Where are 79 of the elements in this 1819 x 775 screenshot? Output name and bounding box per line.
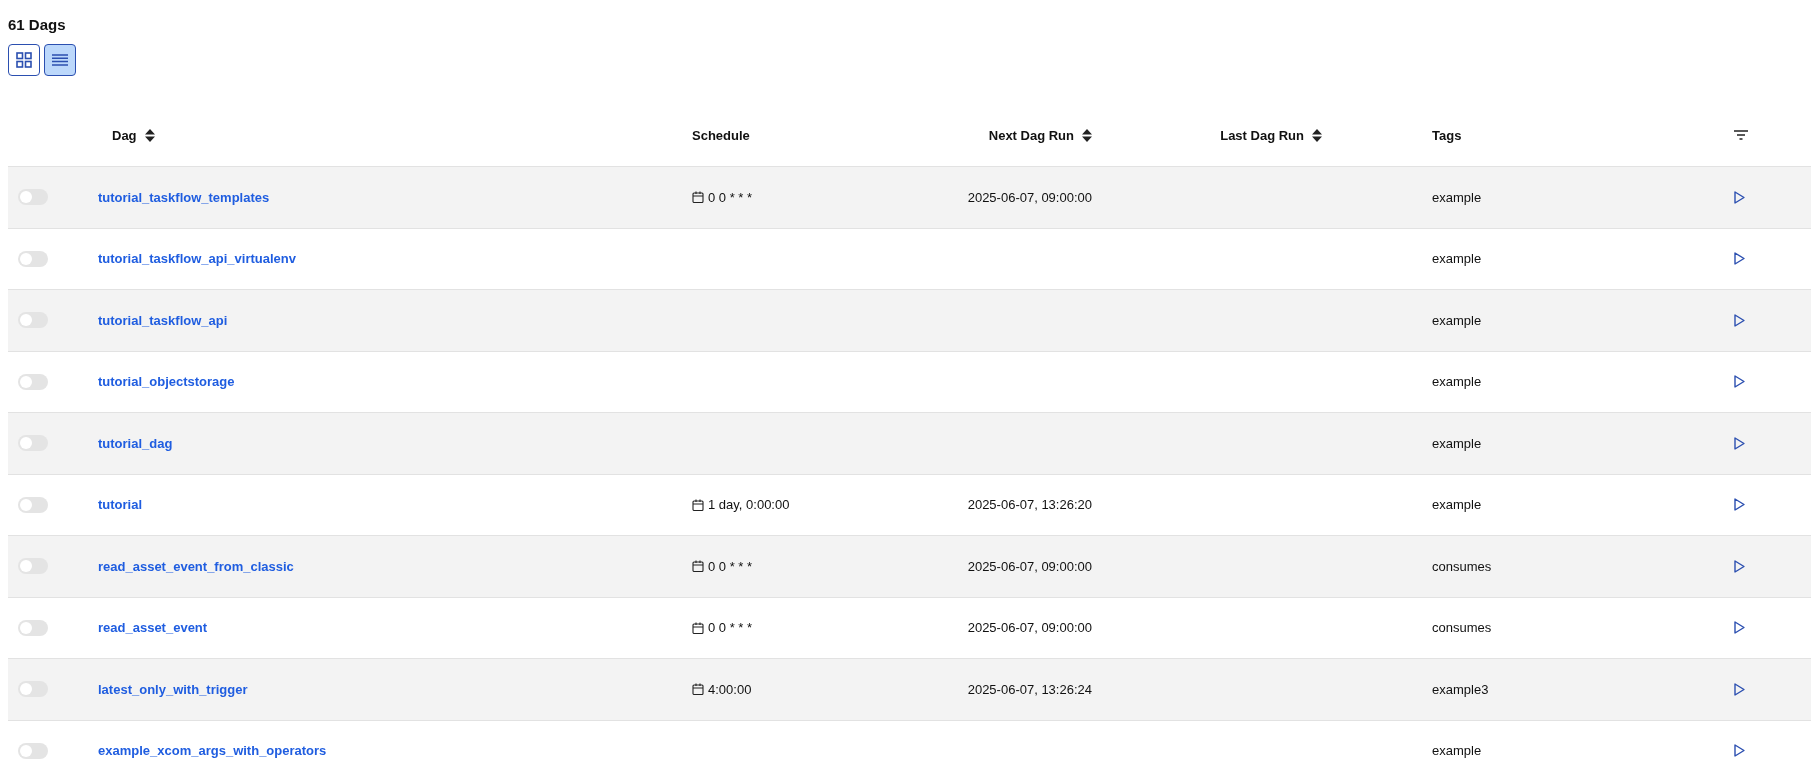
tag-text: example bbox=[1432, 251, 1482, 267]
list-view-button[interactable] bbox=[44, 44, 76, 76]
calendar-icon bbox=[692, 683, 704, 696]
trigger-button[interactable] bbox=[1734, 190, 1745, 204]
trigger-button[interactable] bbox=[1734, 313, 1745, 327]
dag-link[interactable]: tutorial bbox=[98, 497, 143, 513]
tag-text: example bbox=[1432, 497, 1482, 513]
column-header: Next Dag Run bbox=[988, 127, 1074, 143]
list-icon bbox=[52, 54, 68, 66]
play-icon bbox=[1734, 313, 1745, 327]
next-run-text: 2025-06-07, 13:26:24 bbox=[967, 681, 1092, 697]
column-header: Dag bbox=[112, 127, 137, 143]
card-view-button[interactable] bbox=[8, 44, 40, 76]
tag-text: consumes bbox=[1432, 620, 1492, 636]
dag-link[interactable]: tutorial_dag bbox=[98, 435, 173, 451]
schedule-text: 0 0 * * * bbox=[708, 558, 753, 574]
trigger-button[interactable] bbox=[1734, 744, 1745, 758]
calendar-icon bbox=[692, 498, 704, 511]
dag-link[interactable]: tutorial_taskflow_templates bbox=[98, 189, 270, 205]
calendar-icon bbox=[692, 191, 704, 204]
filter-icon[interactable] bbox=[1734, 130, 1748, 140]
play-icon bbox=[1734, 436, 1745, 450]
play-icon bbox=[1734, 682, 1745, 696]
sort-icon[interactable] bbox=[1312, 128, 1322, 142]
next-run-text: 2025-06-07, 09:00:00 bbox=[967, 558, 1092, 574]
play-icon bbox=[1734, 744, 1745, 758]
schedule-text: 4:00:00 bbox=[708, 681, 752, 697]
dag-link[interactable]: read_asset_event_from_classic bbox=[98, 558, 294, 574]
trigger-button[interactable] bbox=[1734, 682, 1745, 696]
tag-text: example bbox=[1432, 312, 1482, 328]
schedule-text: 1 day, 0:00:00 bbox=[708, 497, 790, 513]
play-icon bbox=[1734, 498, 1745, 512]
dag-toggle-switch[interactable] bbox=[18, 558, 48, 575]
dag-link[interactable]: tutorial_taskflow_api bbox=[98, 312, 228, 328]
dag-count-title: 61 Dags bbox=[8, 16, 67, 33]
next-run-text: 2025-06-07, 13:26:20 bbox=[967, 497, 1092, 513]
trigger-button[interactable] bbox=[1734, 252, 1745, 266]
column-header: Schedule bbox=[692, 127, 750, 143]
next-run-text: 2025-06-07, 09:00:00 bbox=[967, 620, 1092, 636]
dag-toggle-switch[interactable] bbox=[18, 373, 48, 390]
schedule-text: 0 0 * * * bbox=[708, 620, 753, 636]
dag-link[interactable]: example_xcom_args_with_operators bbox=[98, 743, 327, 759]
trigger-button[interactable] bbox=[1734, 375, 1745, 389]
dag-link[interactable]: tutorial_taskflow_api_virtualenv bbox=[98, 251, 296, 267]
calendar-icon bbox=[692, 621, 704, 634]
trigger-button[interactable] bbox=[1734, 559, 1745, 573]
dag-toggle-switch[interactable] bbox=[18, 312, 48, 329]
schedule-text: 0 0 * * * bbox=[708, 189, 753, 205]
play-icon bbox=[1734, 559, 1745, 573]
dag-toggle-switch[interactable] bbox=[18, 681, 48, 698]
column-header: Tags bbox=[1432, 127, 1462, 143]
play-icon bbox=[1734, 252, 1745, 266]
trigger-button[interactable] bbox=[1734, 498, 1745, 512]
play-icon bbox=[1734, 621, 1745, 635]
play-icon bbox=[1734, 375, 1745, 389]
grid-icon bbox=[16, 52, 32, 68]
next-run-text: 2025-06-07, 09:00:00 bbox=[967, 189, 1092, 205]
dag-toggle-switch[interactable] bbox=[18, 619, 48, 636]
tag-text: example bbox=[1432, 189, 1482, 205]
column-header: Last Dag Run bbox=[1220, 127, 1304, 143]
trigger-button[interactable] bbox=[1734, 436, 1745, 450]
sort-icon[interactable] bbox=[1082, 128, 1092, 142]
dag-toggle-switch[interactable] bbox=[18, 250, 48, 267]
dag-link[interactable]: tutorial_objectstorage bbox=[98, 374, 235, 390]
dag-link[interactable]: read_asset_event bbox=[98, 620, 208, 636]
calendar-icon bbox=[692, 560, 704, 573]
tag-text: example bbox=[1432, 435, 1482, 451]
tag-text: example3 bbox=[1432, 681, 1489, 697]
play-icon bbox=[1734, 190, 1745, 204]
trigger-button[interactable] bbox=[1734, 621, 1745, 635]
tag-text: consumes bbox=[1432, 558, 1492, 574]
dag-toggle-switch[interactable] bbox=[18, 496, 48, 513]
dag-toggle-switch[interactable] bbox=[18, 189, 48, 206]
sort-icon[interactable] bbox=[144, 128, 155, 142]
dag-toggle-switch[interactable] bbox=[18, 435, 48, 452]
tag-text: example bbox=[1432, 374, 1482, 390]
tag-text: example bbox=[1432, 743, 1482, 759]
dag-link[interactable]: latest_only_with_trigger bbox=[98, 681, 248, 697]
dag-toggle-switch[interactable] bbox=[18, 742, 48, 759]
